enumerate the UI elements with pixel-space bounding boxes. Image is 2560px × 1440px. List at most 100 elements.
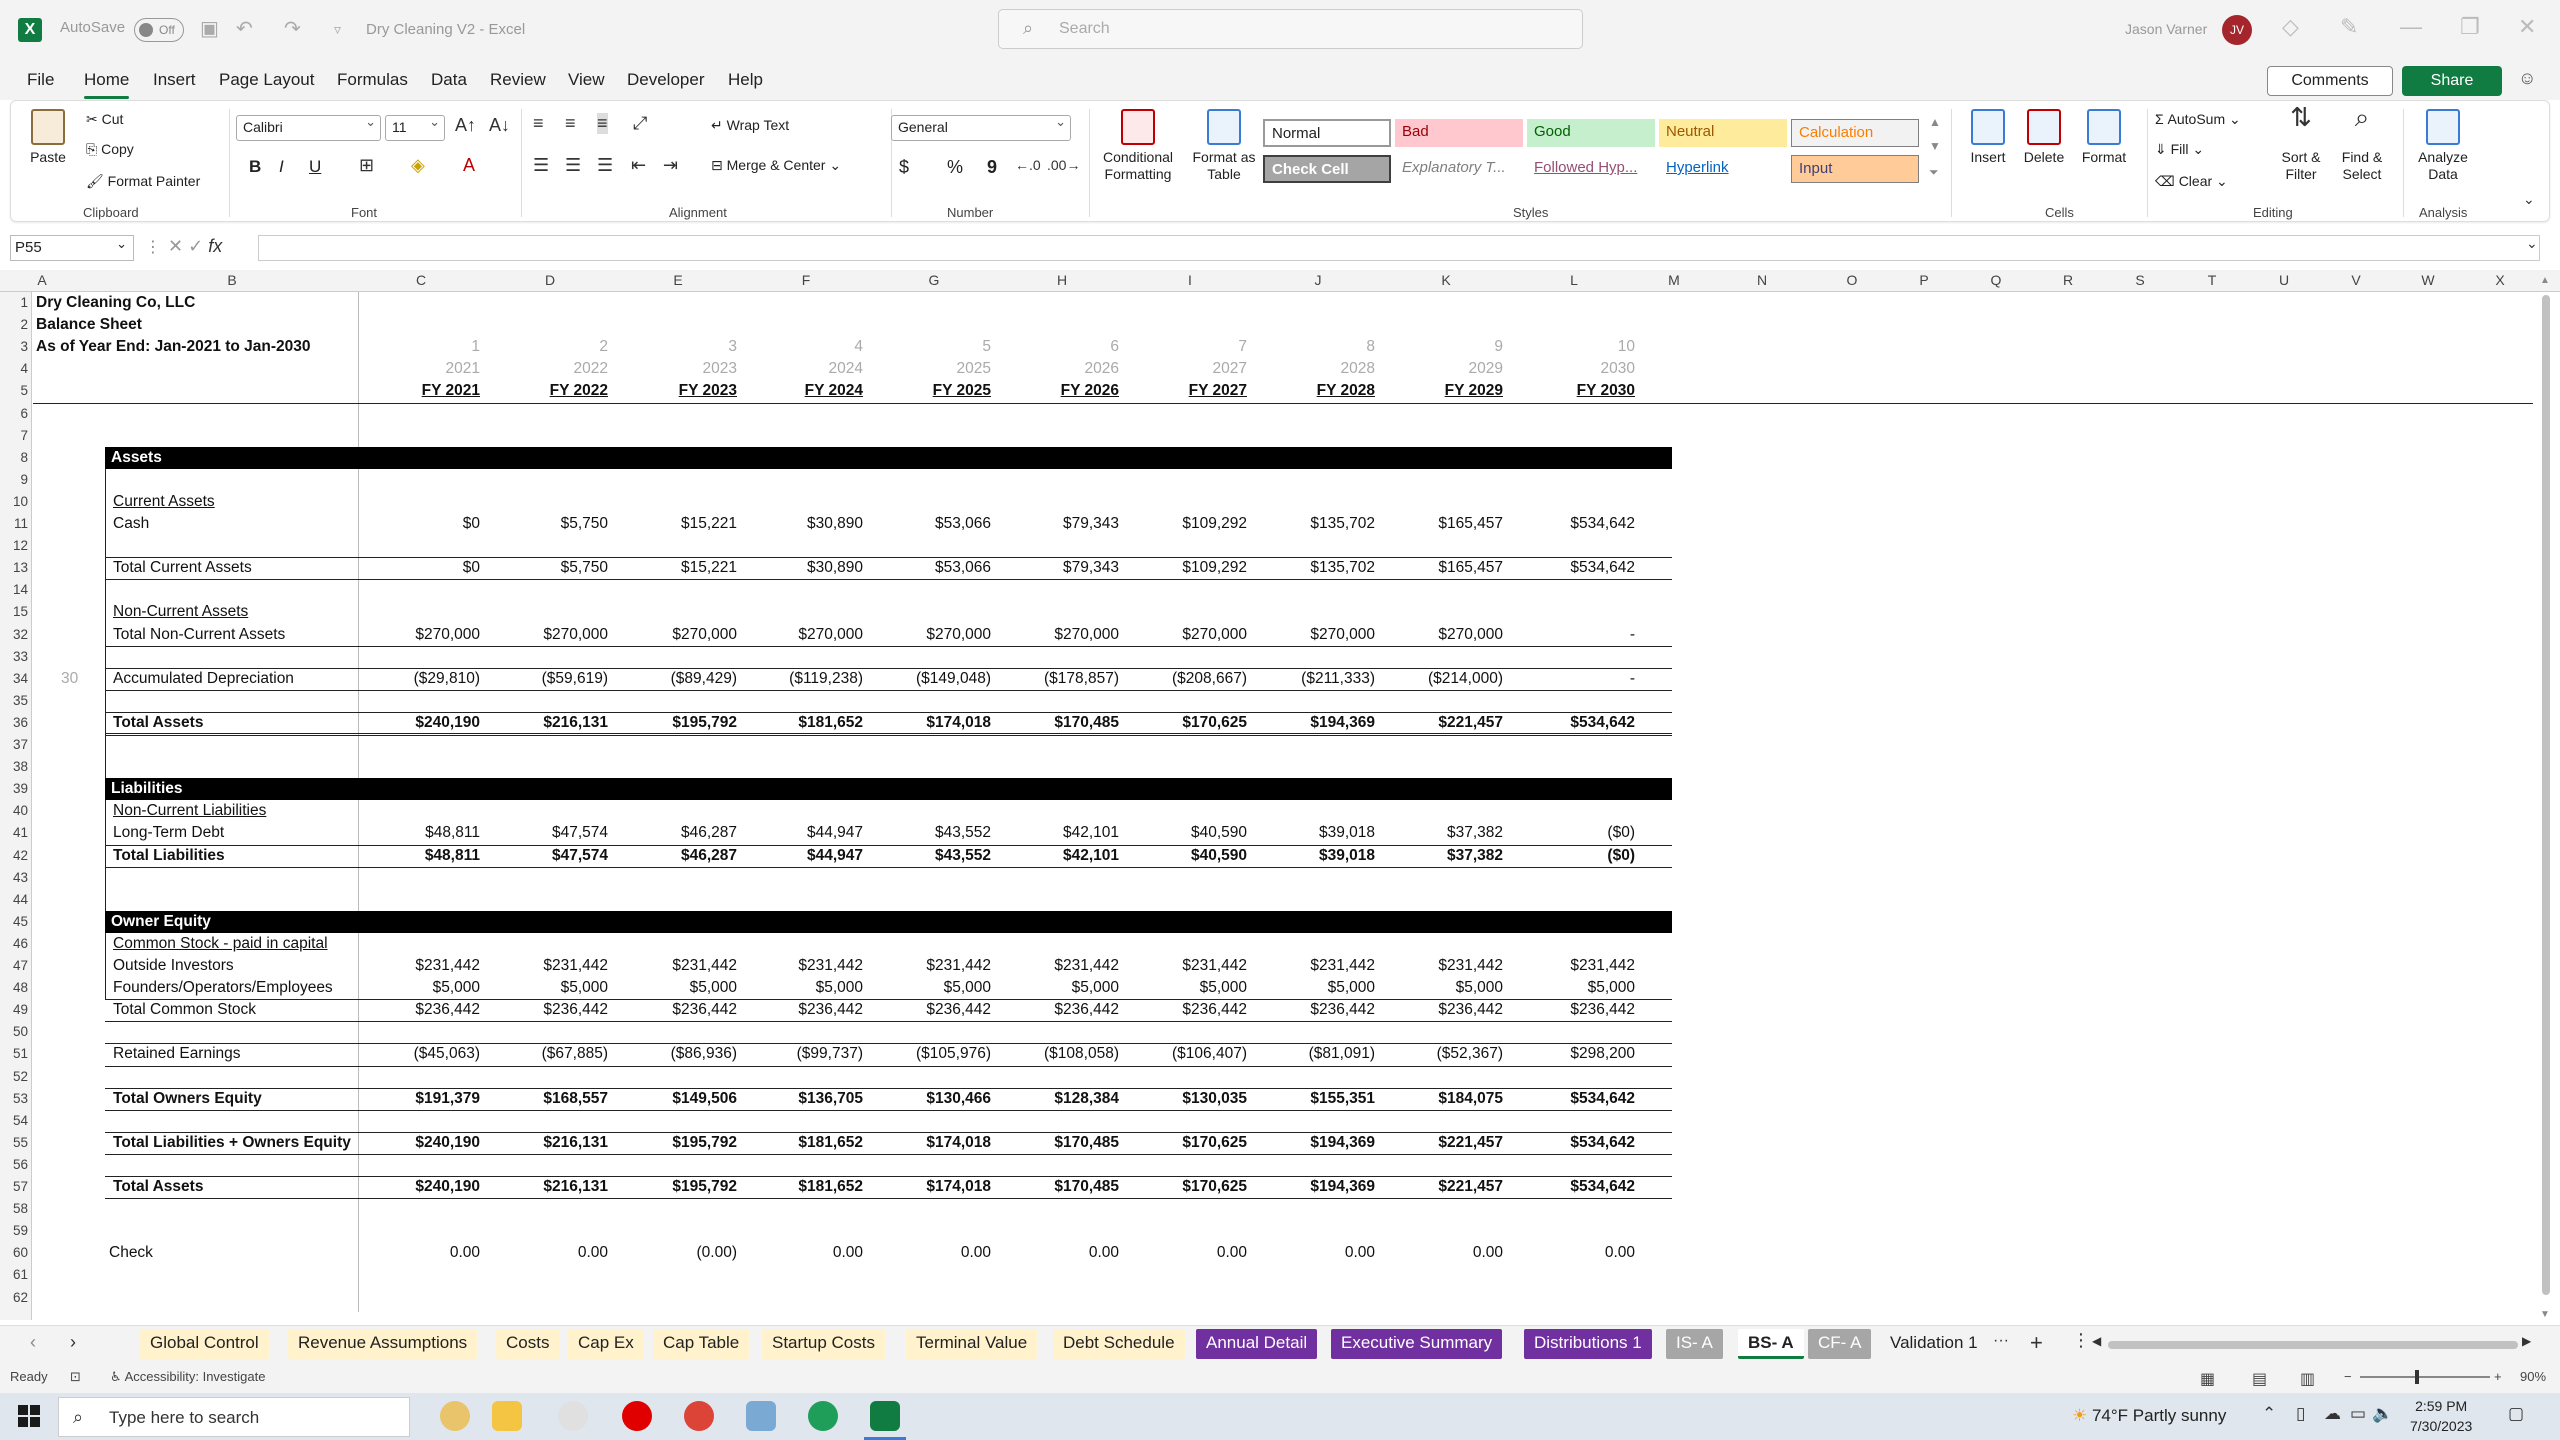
- row-marker[interactable]: 30: [61, 670, 78, 688]
- column-header[interactable]: O: [1842, 272, 1862, 288]
- macro-record-icon[interactable]: ⊡: [70, 1369, 81, 1385]
- column-header[interactable]: U: [2274, 272, 2294, 288]
- clock[interactable]: 2:59 PM 7/30/2023: [2410, 1396, 2472, 1436]
- restore-icon[interactable]: ❐: [2460, 14, 2480, 40]
- undo-icon[interactable]: ↶: [236, 16, 253, 41]
- total-liab-equity-value[interactable]: $534,642: [1435, 1134, 1635, 1152]
- total-non-current-assets-value[interactable]: -: [1435, 626, 1635, 644]
- styles-scroll-up-icon[interactable]: ▲: [1929, 115, 1941, 129]
- autosave-toggle[interactable]: Off: [134, 18, 184, 42]
- italic-button[interactable]: I: [279, 157, 284, 177]
- sheet-tab[interactable]: Costs: [496, 1329, 560, 1359]
- column-header[interactable]: X: [2490, 272, 2510, 288]
- menu-home[interactable]: Home: [84, 70, 130, 99]
- font-size-select[interactable]: 11: [385, 114, 445, 141]
- column-header[interactable]: G: [924, 272, 944, 288]
- row-header[interactable]: 34: [0, 671, 28, 686]
- underline-button[interactable]: U: [309, 157, 321, 177]
- row-header[interactable]: 11: [0, 516, 28, 531]
- total-common-stock-label[interactable]: Total Common Stock: [113, 1001, 256, 1019]
- common-stock-header[interactable]: Common Stock - paid in capital: [113, 935, 328, 953]
- row-header[interactable]: 35: [0, 693, 28, 708]
- row-header[interactable]: 7: [0, 428, 28, 443]
- zoom-slider[interactable]: [2360, 1370, 2490, 1384]
- column-header[interactable]: I: [1180, 272, 1200, 288]
- row-header[interactable]: 37: [0, 737, 28, 752]
- row-header[interactable]: 9: [0, 472, 28, 487]
- row-header[interactable]: 53: [0, 1091, 28, 1106]
- percent-button[interactable]: %: [947, 157, 963, 178]
- total-owners-equity-value[interactable]: $534,642: [1435, 1090, 1635, 1108]
- insert-function-icon[interactable]: fx: [208, 236, 222, 256]
- column-header[interactable]: H: [1052, 272, 1072, 288]
- row-header[interactable]: 15: [0, 604, 28, 619]
- avatar[interactable]: JV: [2222, 15, 2252, 45]
- style-check-cell[interactable]: Check Cell: [1263, 155, 1391, 183]
- column-header[interactable]: L: [1564, 272, 1584, 288]
- sheet-area[interactable]: Dry Cleaning Co, LLC Balance Sheet As of Y…: [33, 292, 2533, 1320]
- non-current-liabilities-header[interactable]: Non-Current Liabilities: [113, 802, 266, 820]
- row-header[interactable]: 43: [0, 870, 28, 885]
- row-header[interactable]: 12: [0, 538, 28, 553]
- conditional-formatting-button[interactable]: Conditional Formatting: [1093, 109, 1183, 183]
- column-header[interactable]: J: [1308, 272, 1328, 288]
- column-header[interactable]: E: [668, 272, 688, 288]
- enter-icon[interactable]: ✓: [188, 236, 208, 256]
- pen-icon[interactable]: ✎: [2340, 14, 2358, 40]
- format-as-table-button[interactable]: Format as Table: [1187, 109, 1261, 183]
- style-input[interactable]: Input: [1791, 155, 1919, 183]
- wrap-text-button[interactable]: ↵ Wrap Text: [711, 117, 789, 134]
- align-right-icon[interactable]: ☰: [597, 155, 613, 176]
- menu-page-layout[interactable]: Page Layout: [219, 70, 314, 90]
- total-liabilities-value[interactable]: ($0): [1435, 847, 1635, 865]
- non-current-assets-header[interactable]: Non-Current Assets: [113, 603, 248, 621]
- cash-value[interactable]: $534,642: [1435, 515, 1635, 533]
- redo-icon[interactable]: ↷: [284, 16, 301, 41]
- sheet-tab[interactable]: Cap Table: [653, 1329, 750, 1359]
- row-header[interactable]: 52: [0, 1069, 28, 1084]
- row-header[interactable]: 10: [0, 494, 28, 509]
- style-bad[interactable]: Bad: [1395, 119, 1523, 147]
- decrease-decimal-icon[interactable]: .00→: [1047, 157, 1080, 173]
- row-header[interactable]: 54: [0, 1113, 28, 1128]
- sheet-tab[interactable]: Annual Detail: [1196, 1329, 1318, 1359]
- excel-taskbar-icon[interactable]: [870, 1401, 900, 1431]
- normal-view-icon[interactable]: ▦: [2200, 1369, 2215, 1389]
- decrease-indent-icon[interactable]: ⇤: [631, 155, 646, 176]
- tab-scroll-left-icon[interactable]: ‹: [30, 1332, 36, 1353]
- fy-header[interactable]: FY 2030: [1435, 382, 1635, 400]
- vertical-scroll-thumb[interactable]: [2542, 295, 2550, 1295]
- bold-button[interactable]: B: [249, 157, 261, 177]
- sheet-tab[interactable]: Executive Summary: [1331, 1329, 1503, 1359]
- menu-view[interactable]: View: [568, 70, 605, 90]
- opera-icon[interactable]: [622, 1401, 652, 1431]
- network-icon[interactable]: ▭: [2350, 1404, 2366, 1424]
- owner-equity-section-bar[interactable]: Owner Equity: [105, 910, 1672, 933]
- row-header[interactable]: 2: [0, 317, 28, 332]
- analyze-data-button[interactable]: Analyze Data: [2411, 109, 2475, 183]
- paste-button[interactable]: Paste: [23, 109, 73, 166]
- sort-filter-button[interactable]: ⇅ Sort & Filter: [2273, 104, 2329, 183]
- sheet-tab[interactable]: Startup Costs: [762, 1329, 885, 1359]
- zoom-out-icon[interactable]: −: [2344, 1369, 2352, 1384]
- close-icon[interactable]: ✕: [2518, 14, 2536, 40]
- long-term-debt-value[interactable]: ($0): [1435, 824, 1635, 842]
- accumulated-depreciation-label[interactable]: Accumulated Depreciation: [113, 670, 294, 688]
- align-bottom-icon[interactable]: ≡: [597, 113, 608, 134]
- sheet-tab[interactable]: CF- A: [1808, 1329, 1872, 1359]
- statement-title[interactable]: Balance Sheet: [36, 316, 142, 334]
- total-common-stock-value[interactable]: $236,442: [1435, 1001, 1635, 1019]
- row-header[interactable]: 49: [0, 1002, 28, 1017]
- year-label[interactable]: 2030: [1435, 360, 1635, 378]
- fill-color-icon[interactable]: ◈: [411, 155, 425, 176]
- row-header[interactable]: 41: [0, 825, 28, 840]
- column-header[interactable]: K: [1436, 272, 1456, 288]
- row-header[interactable]: 6: [0, 406, 28, 421]
- row-header[interactable]: 61: [0, 1267, 28, 1282]
- column-header[interactable]: Q: [1986, 272, 2006, 288]
- orientation-icon[interactable]: ⤢: [633, 113, 647, 134]
- decrease-font-icon[interactable]: A↓: [489, 115, 510, 136]
- as-of-date[interactable]: As of Year End: Jan-2021 to Jan-2030: [36, 338, 311, 356]
- expand-formula-bar-icon[interactable]: ⌄: [2526, 235, 2538, 252]
- align-left-icon[interactable]: ☰: [533, 155, 549, 176]
